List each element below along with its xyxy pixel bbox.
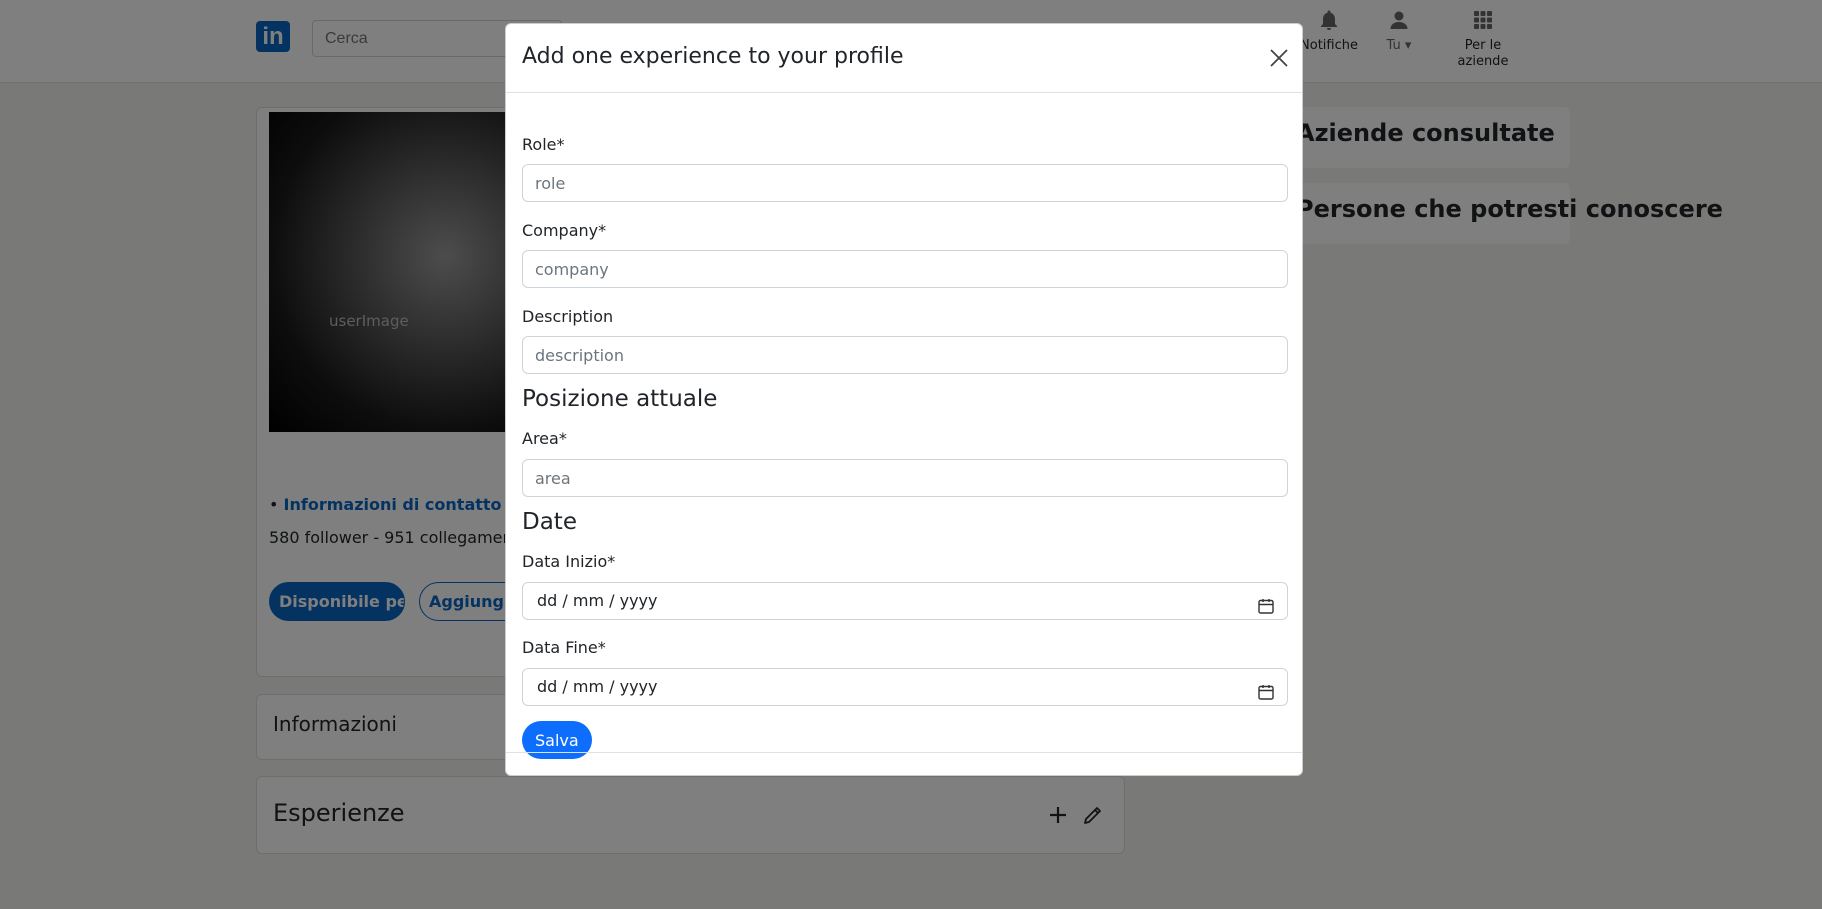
area-label: Area* xyxy=(522,429,567,448)
calendar-icon[interactable] xyxy=(1257,592,1275,614)
company-input[interactable] xyxy=(522,250,1288,288)
start-date-label: Data Inizio* xyxy=(522,552,616,571)
description-input[interactable] xyxy=(522,336,1288,374)
start-date-value: dd / mm / yyyy xyxy=(537,591,658,610)
end-date-value: dd / mm / yyyy xyxy=(537,677,658,696)
role-input[interactable] xyxy=(522,164,1288,202)
calendar-icon[interactable] xyxy=(1257,678,1275,700)
close-icon[interactable] xyxy=(1268,47,1290,69)
date-heading: Date xyxy=(522,509,577,535)
modal-footer-divider xyxy=(506,752,1302,753)
modal-header: Add one experience to your profile xyxy=(506,24,1302,93)
end-date-label: Data Fine* xyxy=(522,638,606,657)
area-input[interactable] xyxy=(522,459,1288,497)
add-experience-modal: Add one experience to your profile Role*… xyxy=(505,23,1303,776)
save-button[interactable]: Salva xyxy=(522,721,592,759)
end-date-input[interactable]: dd / mm / yyyy xyxy=(522,668,1288,706)
start-date-input[interactable]: dd / mm / yyyy xyxy=(522,582,1288,620)
role-label: Role* xyxy=(522,135,565,154)
company-label: Company* xyxy=(522,221,607,240)
description-label: Description xyxy=(522,307,614,326)
modal-title: Add one experience to your profile xyxy=(522,44,904,69)
modal-body: Role* Company* Description Posizione att… xyxy=(522,93,1288,759)
current-position-heading: Posizione attuale xyxy=(522,386,718,412)
